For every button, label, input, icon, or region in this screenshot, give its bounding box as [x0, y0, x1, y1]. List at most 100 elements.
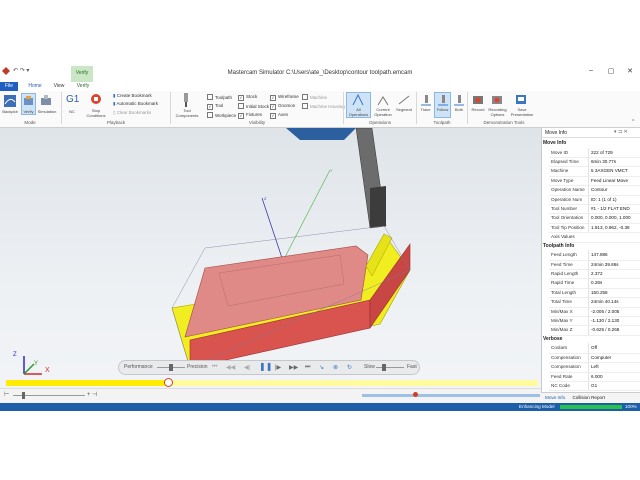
- timeline-track[interactable]: [362, 394, 540, 397]
- fixtures-checkbox[interactable]: ✓ Fixtures: [238, 112, 262, 119]
- stop-icon[interactable]: ⊗: [333, 364, 338, 371]
- save-presentation-label: Save Presentation: [510, 107, 534, 117]
- property-key: Feed Rate: [551, 373, 573, 379]
- separator: [170, 92, 171, 124]
- pause-icon[interactable]: ❚❚: [259, 362, 272, 371]
- stop-conditions-icon[interactable]: [90, 93, 102, 105]
- collapse-ribbon-icon[interactable]: ^: [632, 119, 634, 125]
- backplot-label: Backplot: [2, 109, 18, 114]
- maximize-icon[interactable]: ▢: [605, 67, 617, 77]
- property-key: Axis Values: [551, 234, 575, 240]
- fast-label: Fast: [407, 364, 417, 370]
- playback-group-label: Playback: [106, 120, 126, 125]
- close-icon[interactable]: ✕: [624, 67, 636, 77]
- simulation-icon: [41, 95, 51, 105]
- zoom-slider-thumb[interactable]: [22, 392, 25, 399]
- end-icon[interactable]: ⏭: [305, 364, 310, 371]
- z-axis-label: Z: [264, 196, 267, 201]
- property-key: Min/Max X: [551, 308, 573, 314]
- property-key: Compensation: [551, 364, 581, 370]
- all-operations-icon: [352, 93, 364, 106]
- current-operation-label: Current Operation: [374, 107, 392, 117]
- property-key: Elapsed Time: [551, 159, 579, 164]
- all-operations-label: All Operations: [348, 107, 369, 117]
- mode-group-label: Mode: [24, 120, 36, 125]
- section-header[interactable]: Toolpath Info: [543, 242, 639, 250]
- property-value: Off: [588, 343, 640, 353]
- tool-components-label: Tool Components: [175, 108, 199, 118]
- recording-options-icon[interactable]: [491, 94, 503, 106]
- current-operation-icon[interactable]: [377, 94, 389, 106]
- step-back-one-icon[interactable]: ◀|: [244, 364, 250, 371]
- tab-collision-report[interactable]: Collision Report: [572, 395, 604, 400]
- trace-icon[interactable]: [420, 94, 432, 106]
- tool-holder: [286, 128, 356, 140]
- workpiece-checkbox[interactable]: Workpiece: [207, 112, 236, 118]
- property-value: 5 3AXGEN VMCT: [588, 166, 640, 176]
- tab-move-info[interactable]: Move Info: [545, 395, 565, 400]
- slow-label: Slow: [364, 364, 375, 370]
- property-key: NC Code: [551, 383, 570, 388]
- wireframe-checkbox[interactable]: ✓ Wireframe: [270, 94, 299, 101]
- follow-label: Follow: [436, 107, 449, 112]
- gnomon-z-label: Z: [13, 352, 17, 358]
- tab-view[interactable]: View: [50, 82, 68, 91]
- step-forward-one-icon[interactable]: |▶: [275, 364, 281, 371]
- tool-checkbox[interactable]: ✓ Tool: [207, 103, 223, 110]
- loop-icon[interactable]: ↻: [347, 364, 352, 371]
- section-header[interactable]: Verbose: [543, 335, 639, 343]
- save-presentation-icon[interactable]: [515, 94, 527, 106]
- tool-components-icon[interactable]: [180, 93, 192, 107]
- property-value: 150.258: [588, 287, 640, 298]
- precision-slider-thumb[interactable]: [169, 364, 173, 371]
- section-header[interactable]: Move Info: [543, 139, 639, 147]
- step-back-icon[interactable]: ◀◀: [226, 364, 235, 371]
- trace-label: Trace: [420, 107, 431, 112]
- precision-label: Precision: [187, 364, 208, 370]
- backplot-button[interactable]: [3, 94, 17, 108]
- jump-to-move-icon[interactable]: ↘: [319, 364, 324, 371]
- status-progress-fill: [560, 405, 622, 409]
- automatic-bookmark-button[interactable]: ▮ Automatic Bookmark: [113, 101, 158, 107]
- speed-slider[interactable]: [376, 367, 404, 368]
- gnomon-checkbox[interactable]: ✓ Gnomon: [270, 103, 295, 110]
- property-value: ID: 1 (1 of 1): [588, 194, 640, 204]
- minimize-icon[interactable]: –: [585, 67, 597, 77]
- tab-verify[interactable]: Verify: [74, 82, 92, 91]
- nc-button[interactable]: NC: [66, 109, 78, 114]
- property-value: Contour: [588, 185, 640, 195]
- rewind-icon[interactable]: ⏮: [212, 364, 217, 371]
- toolpath-checkbox[interactable]: Toolpath: [207, 94, 232, 100]
- tab-file[interactable]: File: [0, 82, 18, 91]
- operations-group-label: Operations: [368, 120, 391, 125]
- window-title: Mastercam Simulator C:\Users\ate_\Deskto…: [227, 70, 413, 76]
- both-icon[interactable]: [453, 94, 465, 106]
- create-bookmark-button[interactable]: ▮ Create Bookmark: [113, 93, 152, 99]
- zoom-out-icon[interactable]: ⊢: [4, 391, 9, 398]
- y-axis-label: Y: [330, 168, 333, 173]
- axes-checkbox[interactable]: ✓ Axes: [270, 112, 288, 119]
- panel-pin-icon[interactable]: ▾ ⊐ ✕: [614, 129, 628, 135]
- speed-slider-thumb[interactable]: [382, 364, 386, 371]
- simulation-button[interactable]: [40, 94, 52, 106]
- property-value: -1.130 / 2.130: [588, 316, 640, 326]
- machine-housing-checkbox[interactable]: Machine Housing: [302, 103, 345, 109]
- property-row: NC Code G1: [549, 381, 640, 392]
- property-value: 1.913, 0.962, -0.38: [588, 222, 640, 233]
- progress-thumb[interactable]: [163, 378, 173, 387]
- property-value: 0.000, 0.000, 1.000: [588, 213, 640, 223]
- zoom-in-icon[interactable]: + ⊣: [87, 391, 97, 398]
- property-key: Operation Num: [551, 196, 583, 202]
- stop-conditions-label: Stop Conditions: [86, 108, 106, 118]
- record-icon[interactable]: [472, 94, 484, 106]
- stock-checkbox[interactable]: ✓ Stock: [238, 94, 257, 101]
- property-key: Total Time: [551, 299, 572, 305]
- step-forward-icon[interactable]: ▶▶: [289, 364, 298, 371]
- initial-stock-checkbox[interactable]: Initial Stock: [238, 103, 269, 109]
- timeline-marker[interactable]: [413, 392, 418, 397]
- property-key: Machine: [551, 168, 569, 174]
- machine-checkbox[interactable]: Machine: [302, 94, 327, 100]
- clear-bookmarks-button[interactable]: ▯ Clear Bookmarks: [113, 110, 151, 116]
- property-key: Feed Time: [551, 261, 573, 267]
- segment-icon[interactable]: [398, 94, 410, 106]
